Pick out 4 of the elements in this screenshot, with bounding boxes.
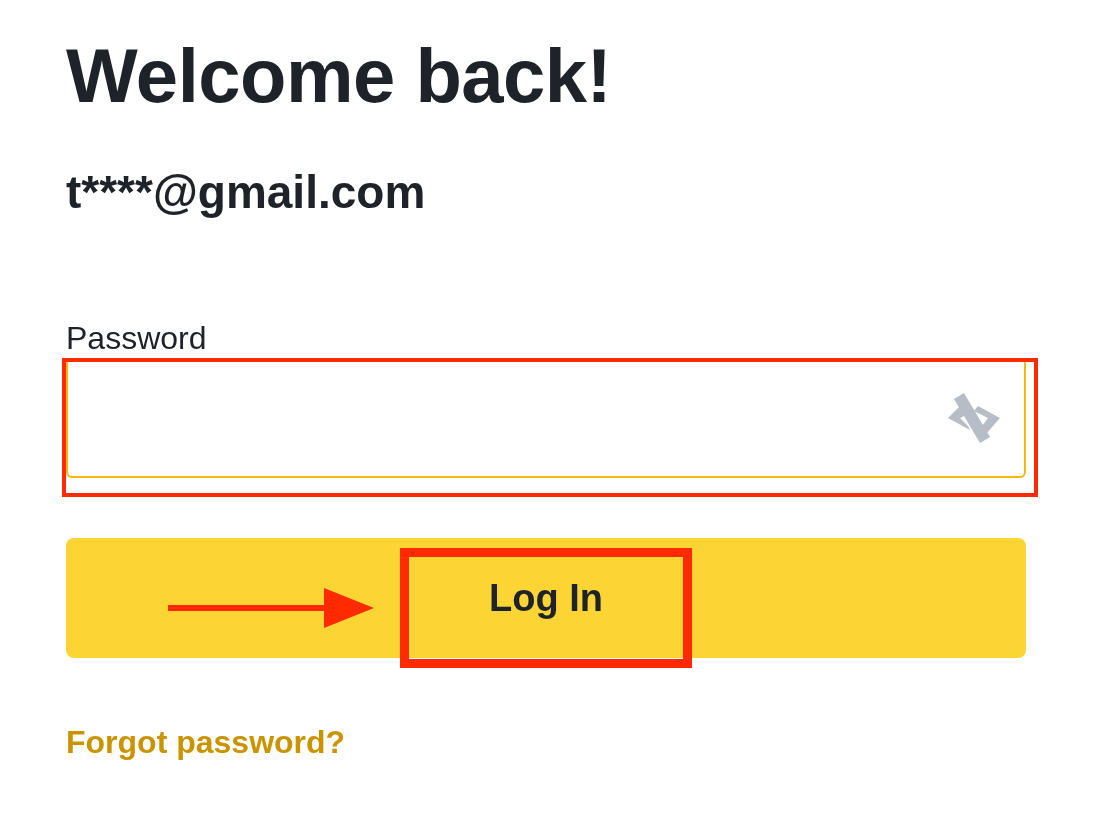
account-email: t****@gmail.com [66,165,426,220]
field-label: Password [66,319,207,358]
page-title: Welcome back! [66,32,613,120]
login-button[interactable]: Log In [66,538,1026,658]
